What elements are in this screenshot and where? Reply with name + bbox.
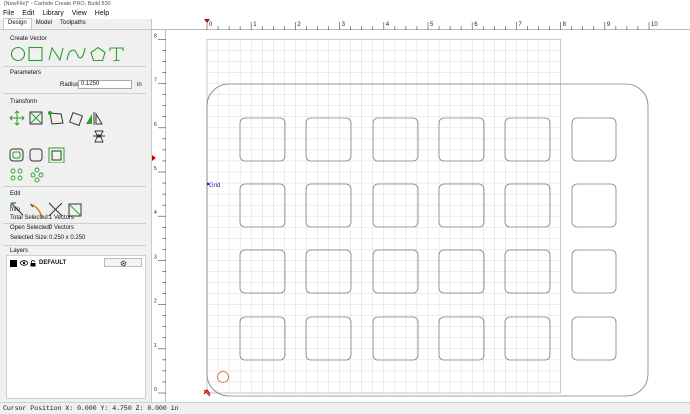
key-cutout (571, 183, 617, 228)
layer-row[interactable]: DEFAULT (10, 259, 66, 267)
grid-label: Grid (209, 183, 220, 189)
ruler-top: 0 1 2 3 4 5 6 7 8 9 10 (152, 19, 690, 30)
origin-marker (203, 389, 211, 397)
ruler-left-label: 8 (154, 33, 157, 39)
polyline-icon (48, 46, 64, 62)
radius-input[interactable]: 0.1250 (78, 80, 132, 89)
mirror-icon (86, 112, 103, 125)
create-vector-title: Create Vector (10, 36, 47, 42)
circle-icon (10, 46, 26, 62)
ruler-left-label: 5 (154, 166, 157, 172)
curve-icon (66, 47, 86, 61)
eye-icon[interactable] (20, 260, 28, 266)
menu-bar: File Edit Library View Help (0, 8, 690, 19)
design-canvas[interactable]: Grid (166, 30, 690, 402)
ruler-left-label: 2 (154, 299, 157, 305)
fillet-icon (29, 148, 43, 162)
ruler-left-label: 3 (154, 254, 157, 260)
node-edit-icon (48, 111, 64, 125)
move-icon (9, 110, 25, 126)
ruler-top-label: 3 (342, 22, 346, 28)
ruler-top-label: 7 (518, 22, 522, 28)
menu-help[interactable]: Help (95, 10, 109, 17)
key-cutout (372, 117, 419, 162)
layers-list: DEFAULT (6, 255, 146, 399)
panel-tabs: Design Model Toolpaths (0, 18, 151, 30)
parameters-title: Parameters (10, 70, 42, 76)
key-cutout (372, 316, 419, 361)
ruler-left-label: 4 (154, 210, 157, 216)
polygon-icon (90, 46, 106, 62)
key-cutout (438, 117, 485, 162)
ruler-top-label: 1 (253, 22, 257, 28)
key-cutout (571, 117, 617, 162)
menu-view[interactable]: View (72, 10, 87, 17)
menu-library[interactable]: Library (42, 10, 63, 17)
tab-toolpaths[interactable]: Toolpaths (56, 19, 90, 29)
flip-icon[interactable] (92, 129, 106, 145)
canvas-drawing: Grid (203, 39, 649, 397)
ruler-top-label: 8 (563, 22, 567, 28)
ruler-left-label: 6 (154, 122, 157, 128)
info-total-selected: Total Selected: 1 Vectors (10, 215, 75, 221)
ruler-left-label: 7 (154, 78, 157, 84)
pattern-toolbar (10, 167, 44, 183)
ruler-left-label: 1 (154, 343, 157, 349)
status-cursor-position: Cursor Position X: 0.000 Y: 4.750 Z: 0.0… (0, 402, 690, 414)
ruler-top-label: 10 (651, 22, 658, 28)
selected-circle (217, 371, 229, 383)
window-title: [NewFile]* - Carbide Create PRO, Build 8… (0, 0, 690, 8)
ruler-left: 8 7 6 5 4 3 2 1 0 (152, 30, 166, 402)
info-open-selected: Open Selected: 0 Vectors (10, 225, 75, 231)
ruler-cursor-marker (152, 155, 156, 161)
ruler-top-label: 5 (430, 22, 434, 28)
key-cutout (571, 316, 617, 361)
radius-label: Radius (60, 82, 79, 88)
align-icon (48, 147, 65, 163)
scale-icon (29, 111, 43, 125)
rectangle-icon (28, 46, 43, 62)
gear-icon (120, 260, 126, 266)
offset-icon (9, 148, 24, 162)
lock-icon[interactable] (30, 259, 36, 267)
transform-title: Transform (10, 99, 38, 105)
info-title: Info (10, 207, 21, 213)
layer-name: DEFAULT (39, 260, 67, 266)
ruler-top-label: 4 (386, 22, 390, 28)
ruler-top-label: 0 (209, 22, 213, 28)
transform-toolbar-row1 (9, 110, 103, 126)
key-cutout (438, 183, 485, 228)
ruler-top-label: 2 (297, 22, 301, 28)
pattern-circle-icon (30, 167, 44, 183)
layer-color-swatch[interactable] (10, 259, 17, 267)
layer-settings-button[interactable] (104, 258, 142, 267)
info-selected-size: Selected Size: 0.250 x 0.250 (10, 235, 86, 241)
edit-title: Edit (10, 191, 21, 197)
ruler-top-label: 6 (474, 22, 478, 28)
layers-title: Layers (10, 248, 29, 254)
rotate-icon (68, 111, 84, 126)
key-cutout (571, 249, 617, 294)
menu-edit[interactable]: Edit (22, 10, 34, 17)
ruler-left-label: 0 (154, 387, 157, 393)
create-vector-toolbar (10, 46, 124, 62)
tab-design[interactable]: Design (3, 18, 32, 29)
transform-toolbar-row2 (9, 147, 65, 163)
pattern-grid-icon (10, 168, 23, 181)
left-panel: Design Model Toolpaths Create Vector Par… (0, 18, 152, 402)
text-icon (109, 47, 124, 62)
key-cutout (372, 183, 419, 228)
key-cutout (438, 316, 485, 361)
ruler-top-label: 9 (607, 22, 611, 28)
radius-unit: in (137, 82, 142, 88)
menu-file[interactable]: File (3, 10, 14, 17)
tab-model[interactable]: Model (32, 19, 56, 29)
